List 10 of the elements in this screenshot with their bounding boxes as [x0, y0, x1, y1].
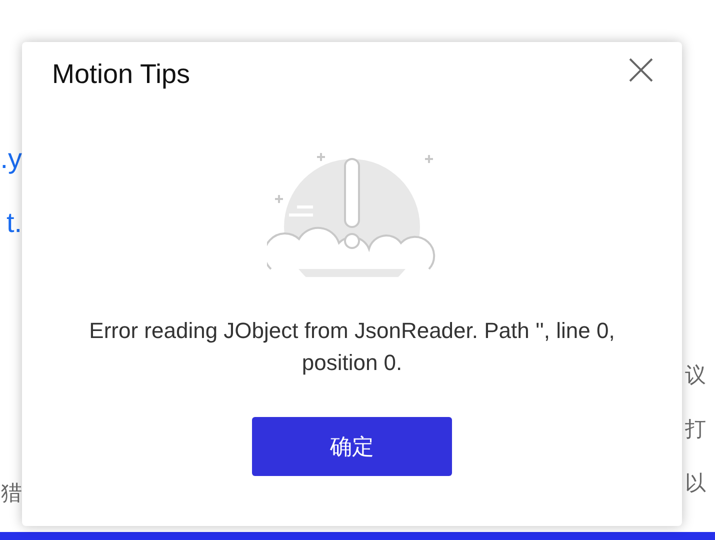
page-text: 议 [685, 363, 707, 389]
page-text: 猎 [1, 481, 22, 507]
page-text: 打 [685, 417, 707, 443]
page-link[interactable]: t. [6, 204, 22, 242]
page-text: 以 [685, 471, 707, 497]
confirm-button[interactable]: 确定 [252, 416, 452, 476]
error-message: Error reading JObject from JsonReader. Path '', line 0, position 0. [88, 316, 616, 377]
page-link[interactable]: .y [0, 140, 22, 178]
dialog-title: Motion Tips [52, 58, 190, 91]
close-icon[interactable] [628, 57, 654, 83]
